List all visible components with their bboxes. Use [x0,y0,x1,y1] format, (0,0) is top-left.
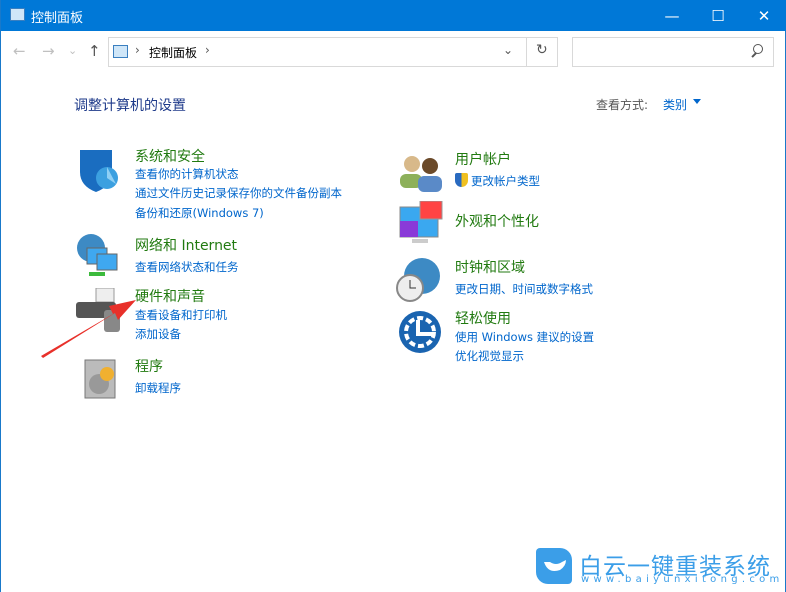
watermark-url: www.baiyunxitong.com [581,574,784,585]
breadcrumb-separator: › [135,43,140,57]
link-network-status[interactable]: 查看网络状态和任务 [135,259,239,275]
control-panel-icon [113,45,128,58]
appearance-icon [398,200,444,247]
category-programs[interactable]: 程序 [135,356,163,376]
link-change-account-type[interactable]: 更改帐户类型 [471,173,540,189]
network-icon [75,234,121,280]
category-system-security[interactable]: 系统和安全 [135,146,205,166]
bird-logo-icon [536,548,572,584]
view-by-dropdown[interactable]: 类别 [663,96,687,113]
category-user-accounts[interactable]: 用户帐户 [455,149,511,169]
link-optimize-display[interactable]: 优化视觉显示 [455,348,524,364]
link-backup-restore[interactable]: 备份和还原(Windows 7) [135,205,264,221]
refresh-button[interactable]: ↻ [536,42,548,58]
category-ease-of-access[interactable]: 轻松使用 [455,308,511,328]
link-view-computer-status[interactable]: 查看你的计算机状态 [135,166,239,182]
link-date-time-format[interactable]: 更改日期、时间或数字格式 [455,281,593,297]
window-title: 控制面板 [31,11,84,26]
breadcrumb-control-panel[interactable]: 控制面板 [149,44,197,61]
back-button[interactable]: ← [13,42,26,60]
category-appearance[interactable]: 外观和个性化 [455,211,539,231]
category-network-internet[interactable]: 网络和 Internet [135,235,237,255]
user-accounts-icon [398,152,444,198]
minimize-button[interactable]: — [649,0,695,31]
chevron-down-icon[interactable] [693,99,701,104]
link-uninstall-program[interactable]: 卸载程序 [135,380,181,396]
printer-icon [76,287,122,334]
address-bar[interactable]: › 控制面板 › ⌄ ↻ [108,37,558,67]
programs-icon [83,356,129,402]
control-panel-icon [10,8,25,21]
category-hardware-sound[interactable]: 硬件和声音 [135,286,205,306]
page-title: 调整计算机的设置 [74,98,186,114]
breadcrumb-chevron[interactable]: › [205,43,210,57]
clock-globe-icon [396,258,442,304]
maximize-button[interactable]: ☐ [695,0,741,31]
link-devices-printers[interactable]: 查看设备和打印机 [135,307,227,323]
address-dropdown-button[interactable]: ⌄ [503,43,513,57]
title-bar: 控制面板 — ☐ ✕ [1,0,786,31]
view-by-label: 查看方式: [596,98,649,112]
link-add-device[interactable]: 添加设备 [135,326,181,342]
category-clock-region[interactable]: 时钟和区域 [455,257,525,277]
forward-button[interactable]: → [42,42,55,60]
search-input[interactable] [572,37,774,67]
link-recommended-settings[interactable]: 使用 Windows 建议的设置 [455,329,594,345]
link-file-history[interactable]: 通过文件历史记录保存你的文件备份副本 [135,185,342,201]
shield-icon [76,148,122,194]
uac-shield-icon [455,173,468,187]
close-button[interactable]: ✕ [741,0,786,31]
ease-of-access-icon [398,310,444,356]
up-button[interactable]: ↑ [88,42,101,60]
recent-locations-button[interactable]: ⌄ [68,44,77,57]
